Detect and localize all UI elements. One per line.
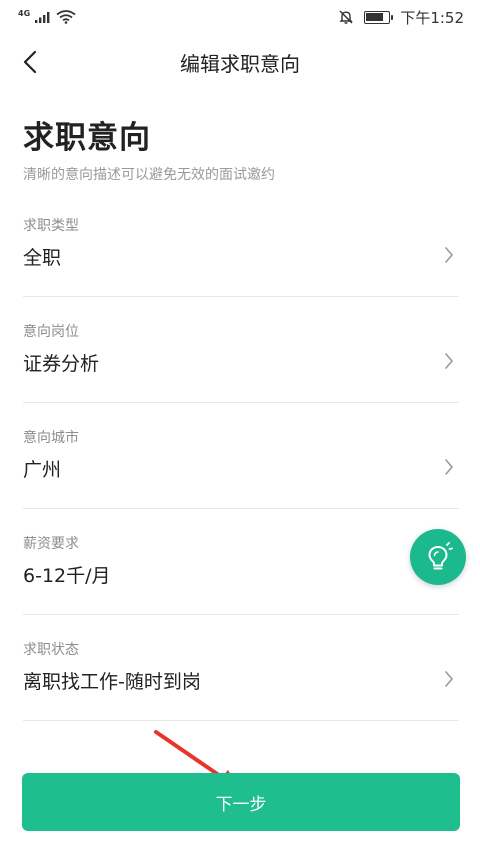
battery-icon (364, 10, 394, 24)
field-label: 意向岗位 (23, 324, 79, 340)
field-label: 薪资要求 (23, 536, 79, 552)
page-title: 求职意向 (23, 120, 151, 156)
nav-title: 编辑求职意向 (180, 52, 300, 76)
status-right: 下午1:52 (338, 7, 464, 28)
status-left: 4G (18, 8, 76, 24)
signal-icon (35, 11, 50, 23)
lightbulb-icon (428, 542, 453, 570)
chevron-right-icon (445, 671, 453, 687)
field-label: 求职类型 (23, 218, 79, 234)
chevron-right-icon (445, 247, 453, 263)
chevron-right-icon (445, 353, 453, 369)
field-value: 全职 (23, 247, 62, 269)
status-bar: 4G 下午1:52 (0, 0, 480, 34)
field-job-status[interactable]: 求职状态 离职找工作-随时到岗 (23, 615, 459, 721)
field-label: 求职状态 (23, 642, 79, 658)
field-value: 广州 (23, 459, 62, 481)
field-job-type[interactable]: 求职类型 全职 (23, 191, 459, 297)
network-type: 4G (18, 8, 31, 18)
field-position[interactable]: 意向岗位 证券分析 (23, 297, 459, 403)
field-value: 离职找工作-随时到岗 (23, 671, 201, 693)
chevron-right-icon (445, 459, 453, 475)
field-value: 6-12千/月 (23, 565, 111, 587)
battery-fill (366, 12, 384, 21)
field-value: 证券分析 (23, 353, 100, 375)
field-label: 意向城市 (23, 430, 79, 446)
wifi-icon (56, 10, 76, 24)
next-step-button[interactable]: 下一步 (22, 773, 460, 831)
notifications-off-icon (339, 10, 354, 24)
nav-bar: 编辑求职意向 (0, 38, 480, 86)
field-city[interactable]: 意向城市 广州 (23, 403, 459, 509)
tip-fab-button[interactable] (410, 529, 466, 585)
field-salary[interactable]: 薪资要求 6-12千/月 (23, 509, 459, 615)
page-subtitle: 清晰的意向描述可以避免无效的面试邀约 (23, 167, 275, 183)
status-time: 下午1:52 (400, 8, 464, 27)
